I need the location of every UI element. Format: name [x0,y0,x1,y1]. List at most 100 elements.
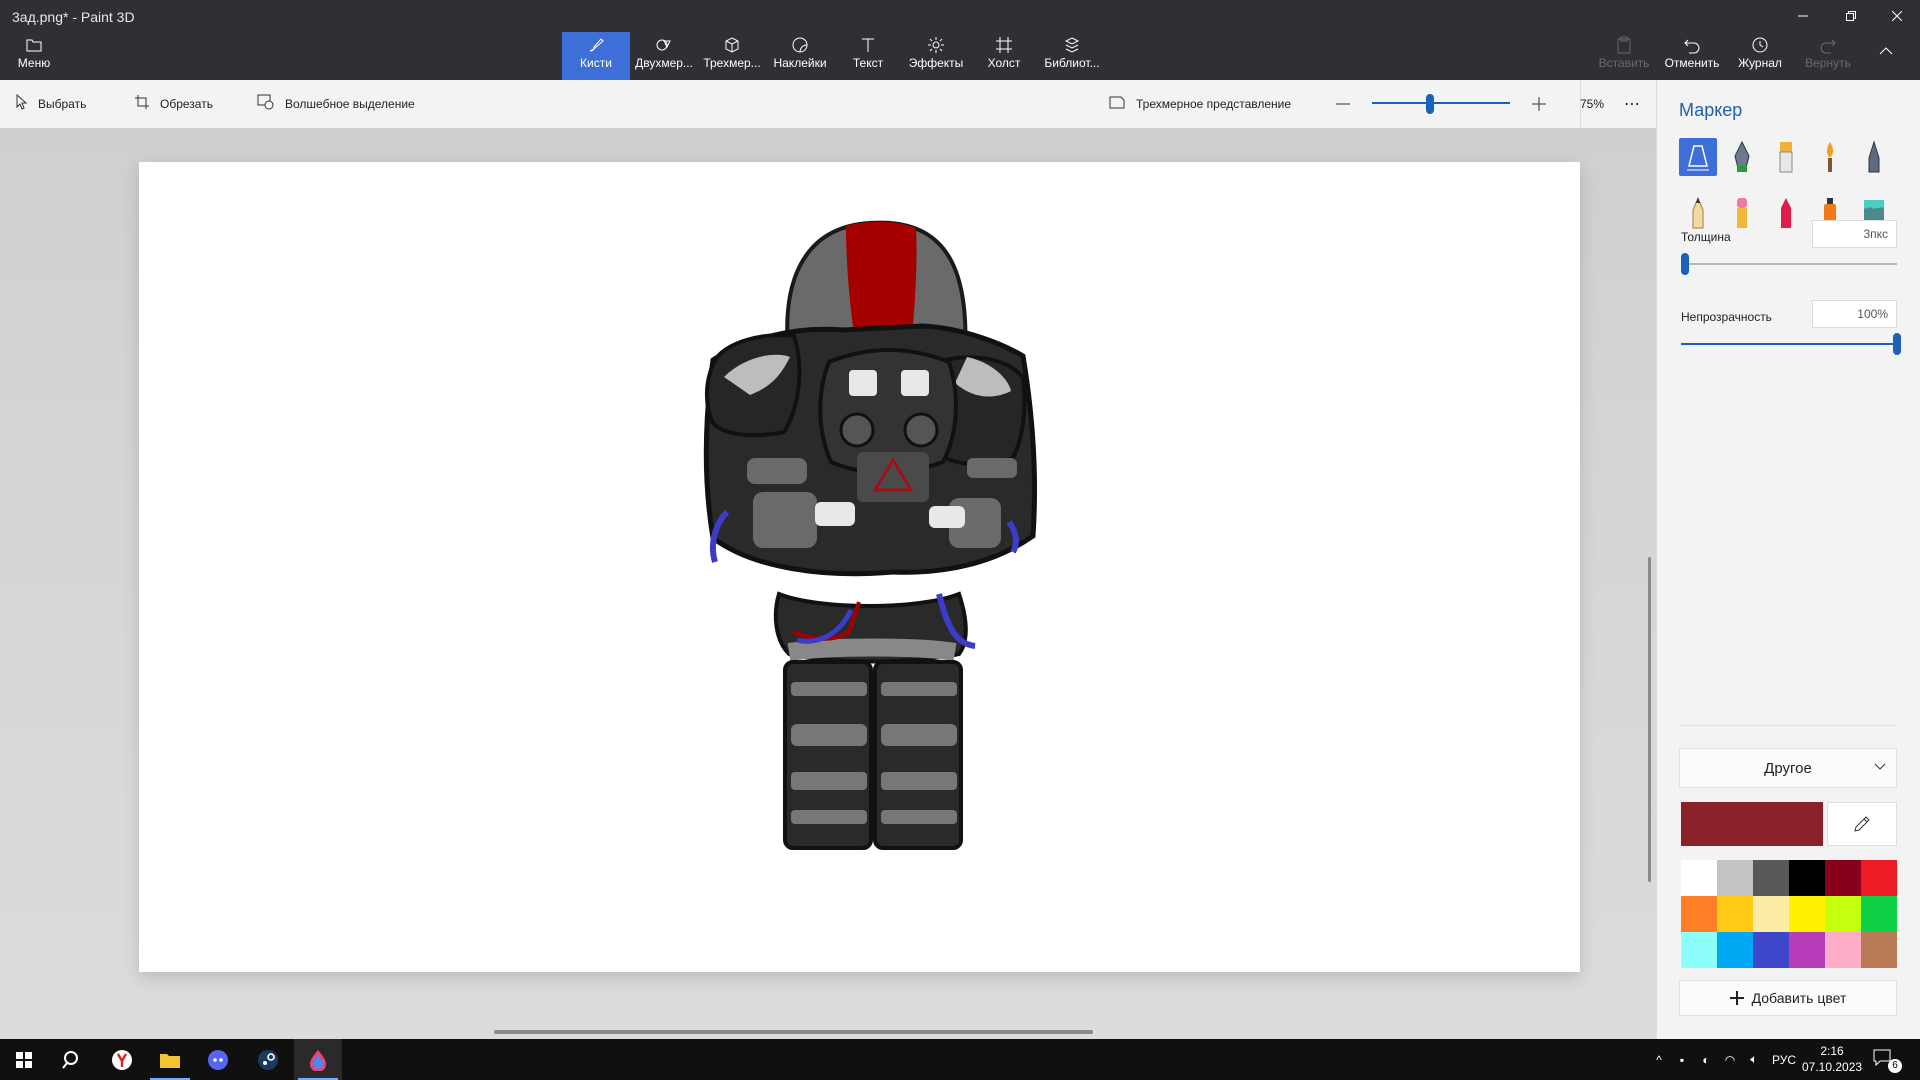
zoom-out-button[interactable] [1336,80,1350,128]
magic-select-button[interactable]: Волшебное выделение [257,80,415,128]
color-swatch[interactable] [1681,932,1717,968]
calligraphy-pen-brush[interactable] [1723,138,1761,176]
chevron-down-icon [1874,760,1886,774]
tool-text[interactable]: Текст [834,32,902,80]
paint-3d-icon[interactable] [294,1039,342,1080]
tray-expand-icon[interactable]: ^ [1648,1053,1670,1067]
clock-time: 2:16 [1820,1044,1844,1058]
color-swatch[interactable] [1789,896,1825,932]
vertical-scrollbar[interactable] [1648,557,1651,882]
opacity-input[interactable]: 100% [1812,300,1897,328]
color-swatch[interactable] [1753,860,1789,896]
opacity-slider-thumb[interactable] [1893,333,1901,355]
eraser-brush[interactable] [1723,194,1761,232]
volume-icon[interactable]: 🔈︎ [1742,1052,1766,1067]
taskbar: ^ ▪ ◐ ◠ 🔈︎ РУС 2:16 07.10.2023 6 [0,1039,1920,1080]
add-color-button[interactable]: Добавить цвет [1679,980,1897,1016]
crop-icon [134,94,150,114]
color-swatch[interactable] [1789,932,1825,968]
close-button[interactable] [1874,0,1920,32]
color-swatch[interactable] [1825,932,1861,968]
redo-icon [1794,36,1862,56]
zoom-value[interactable]: 75% [1580,80,1604,128]
color-swatch[interactable] [1825,896,1861,932]
pencil-brush[interactable] [1679,194,1717,232]
minimize-button[interactable] [1780,0,1826,32]
color-swatch[interactable] [1681,860,1717,896]
color-palette [1681,860,1897,968]
tool-effects[interactable]: Эффекты [902,32,970,80]
color-swatch[interactable] [1861,860,1897,896]
thickness-slider-thumb[interactable] [1681,253,1690,275]
menu-button[interactable]: Меню [12,38,56,70]
restore-button[interactable] [1828,0,1874,32]
color-swatch[interactable] [1861,932,1897,968]
tool-label: Библиот... [1044,56,1100,70]
eyedropper-button[interactable] [1827,802,1897,846]
pixel-pen-brush[interactable] [1855,138,1893,176]
redo-button[interactable]: Вернуть [1794,32,1862,80]
undo-button[interactable]: Отменить [1658,32,1726,80]
plus-icon [1532,97,1546,111]
tool-3d-shapes[interactable]: Трехмер... [698,32,766,80]
select-button[interactable]: Выбрать [16,80,86,128]
notification-count: 6 [1888,1059,1902,1073]
zoom-in-button[interactable] [1532,80,1546,128]
language-indicator[interactable]: РУС [1766,1053,1802,1067]
title-bar: 3ад.png* - Paint 3D Меню Кисти Двухмер..… [0,0,1920,80]
history-button[interactable]: Журнал [1726,32,1794,80]
steam-icon[interactable] [244,1039,292,1080]
color-swatch[interactable] [1825,860,1861,896]
action-bar: Вставить Отменить Журнал Вернуть [1590,32,1910,80]
color-swatch[interactable] [1681,896,1717,932]
watercolor-brush[interactable] [1811,138,1849,176]
discord-icon[interactable] [194,1039,242,1080]
paste-icon [1590,36,1658,56]
3d-view-label: Трехмерное представление [1136,97,1292,111]
color-swatch[interactable] [1861,896,1897,932]
more-options-icon[interactable]: ⋯ [1624,80,1641,128]
horizontal-scrollbar[interactable] [494,1030,1093,1034]
tool-canvas[interactable]: Холст [970,32,1038,80]
tool-library[interactable]: Библиот... [1038,32,1106,80]
eraser-icon [1737,198,1747,228]
crayon-brush[interactable] [1767,194,1805,232]
color-swatch[interactable] [1717,896,1753,932]
color-swatch[interactable] [1753,932,1789,968]
thickness-input[interactable]: 3пкс [1812,220,1897,248]
thickness-slider-track[interactable] [1681,263,1897,265]
color-swatch[interactable] [1717,860,1753,896]
color-swatch[interactable] [1753,896,1789,932]
marker-brush[interactable] [1679,138,1717,176]
app-tray-icon[interactable]: ▪ [1670,1053,1694,1067]
paste-button[interactable]: Вставить [1590,32,1658,80]
drawing-canvas[interactable] [139,162,1580,972]
zoom-slider-thumb[interactable] [1425,94,1434,114]
oil-brush[interactable] [1767,138,1805,176]
tool-label: Холст [987,56,1021,70]
selection-toolbar: Выбрать Обрезать Волшебное выделение Тре… [0,80,1656,128]
tool-2d-shapes[interactable]: Двухмер... [630,32,698,80]
eyedropper-icon [1854,816,1870,832]
file-explorer-icon[interactable] [146,1039,194,1080]
current-color-swatch[interactable] [1681,802,1823,846]
3d-view-button[interactable]: Трехмерное представление [1108,80,1291,128]
clock[interactable]: 2:16 07.10.2023 [1802,1043,1862,1075]
tool-brushes[interactable]: Кисти [562,32,630,80]
notification-center-button[interactable]: 6 [1872,1047,1902,1073]
color-swatch[interactable] [1717,932,1753,968]
color-swatch[interactable] [1789,860,1825,896]
yandex-browser-icon[interactable] [98,1039,146,1080]
search-icon[interactable] [48,1039,96,1080]
crop-button[interactable]: Обрезать [134,80,213,128]
wifi-icon[interactable]: ◠ [1718,1053,1742,1067]
opacity-label: Непрозрачность [1681,310,1772,324]
menu-label: Меню [17,56,51,70]
tool-stickers[interactable]: Наклейки [766,32,834,80]
zoom-slider-track[interactable] [1372,102,1510,104]
color-palette-dropdown[interactable]: Другое [1679,748,1897,788]
collapse-toolbar-button[interactable] [1862,32,1910,80]
discord-tray-icon[interactable]: ◐ [1694,1053,1718,1067]
armor-drawing [703,220,1038,850]
windows-start-icon[interactable] [0,1039,48,1080]
